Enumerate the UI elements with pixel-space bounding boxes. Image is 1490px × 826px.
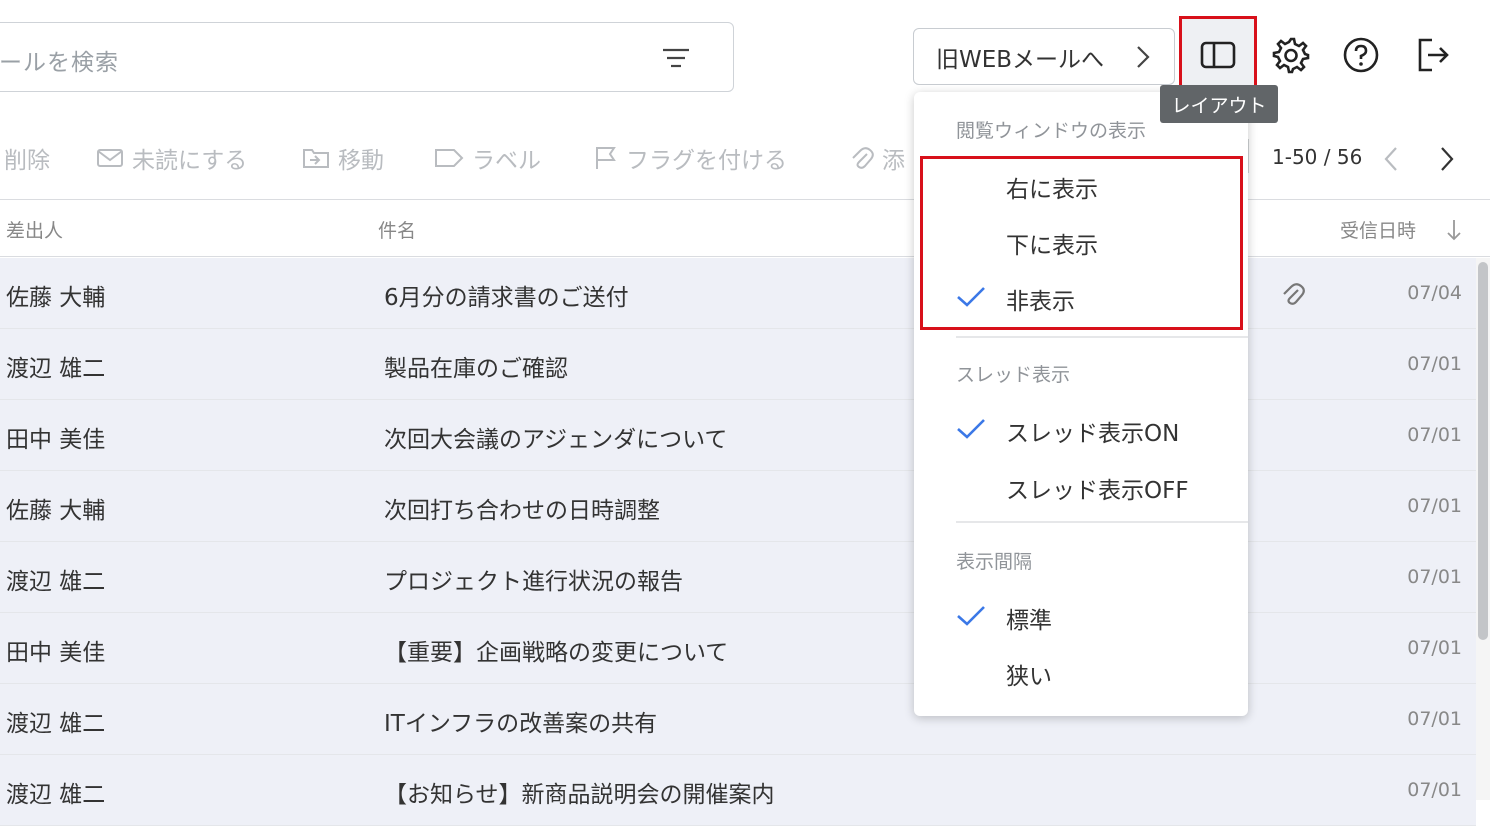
delete-label: 削除 <box>4 148 50 174</box>
next-page-icon[interactable] <box>1438 145 1456 173</box>
menu-item-label: 標準 <box>1006 608 1052 634</box>
table-row[interactable]: 田中 美佳 次回大会議のアジェンダについて 07/01 <box>0 400 1476 471</box>
menu-item-label: スレッド表示ON <box>1006 421 1180 447</box>
check-icon <box>957 606 985 626</box>
mail-toolbar: 削除 未読にする 移動 ラベル フラグを付ける 添 1-50 / 56 <box>0 117 1490 197</box>
search-placeholder: ールを検索 <box>0 50 119 76</box>
old-web-mail-label: 旧WEBメールへ <box>936 46 1105 73</box>
move-label: 移動 <box>338 148 384 174</box>
row-date: 07/01 <box>1407 353 1462 375</box>
row-sender: 渡辺 雄二 <box>6 711 106 737</box>
old-web-mail-button[interactable]: 旧WEBメールへ <box>913 28 1175 85</box>
row-sender: 渡辺 雄二 <box>6 782 106 808</box>
search-input[interactable]: ールを検索 <box>0 22 734 92</box>
menu-divider <box>956 521 1248 523</box>
label-icon <box>435 149 464 167</box>
gear-icon <box>1272 37 1310 74</box>
logout-icon <box>1418 38 1449 72</box>
mark-unread-label: 未読にする <box>132 148 248 174</box>
row-sender: 渡辺 雄二 <box>6 356 106 382</box>
flag-button[interactable]: フラグを付ける <box>594 141 787 175</box>
logout-button[interactable] <box>1408 30 1458 80</box>
row-date: 07/01 <box>1407 424 1462 446</box>
menu-item-standard[interactable]: 標準 <box>914 589 1248 645</box>
envelope-icon <box>97 149 123 167</box>
label-label: ラベル <box>472 148 541 174</box>
filter-icon[interactable] <box>661 45 691 71</box>
row-subject: 【お知らせ】新商品説明会の開催案内 <box>384 782 775 808</box>
row-subject: 次回大会議のアジェンダについて <box>384 427 728 453</box>
row-date: 07/01 <box>1407 779 1462 801</box>
prev-page-icon[interactable] <box>1382 145 1400 173</box>
table-row[interactable]: 佐藤 大輔 6月分の請求書のご送付 07/04 <box>0 258 1476 329</box>
layout-icon <box>1200 41 1236 69</box>
row-subject: 次回打ち合わせの日時調整 <box>384 498 660 524</box>
move-icon <box>303 149 329 168</box>
table-row[interactable]: 渡辺 雄二 ITインフラの改善案の共有 07/01 <box>0 684 1476 755</box>
pager-divider <box>1248 139 1249 173</box>
move-button[interactable]: 移動 <box>302 141 384 175</box>
chevron-right-icon <box>1137 46 1150 68</box>
table-row[interactable]: 渡辺 雄二 【お知らせ】新商品説明会の開催案内 07/01 <box>0 755 1476 826</box>
reading-pane-heading: 閲覧ウィンドウの表示 <box>956 120 1147 142</box>
menu-item-narrow[interactable]: 狭い <box>914 645 1248 701</box>
row-date: 07/01 <box>1407 495 1462 517</box>
menu-item-label: スレッド表示OFF <box>1006 478 1189 504</box>
delete-button[interactable]: 削除 <box>4 141 50 175</box>
row-date: 07/04 <box>1407 282 1462 304</box>
row-date: 07/01 <box>1407 566 1462 588</box>
mail-list-header: 差出人 件名 受信日時 <box>0 199 1490 257</box>
table-row[interactable]: 渡辺 雄二 製品在庫のご確認 07/01 <box>0 329 1476 400</box>
row-subject: ITインフラの改善案の共有 <box>384 711 658 737</box>
column-date[interactable]: 受信日時 <box>1340 216 1416 243</box>
sort-down-icon[interactable] <box>1446 218 1462 242</box>
row-sender: 佐藤 大輔 <box>6 285 106 311</box>
pager-count: 1-50 / 56 <box>1272 145 1363 169</box>
table-row[interactable]: 田中 美佳 【重要】企画戦略の変更について 07/01 <box>0 613 1476 684</box>
check-icon <box>957 419 985 439</box>
help-button[interactable] <box>1336 30 1386 80</box>
paperclip-icon <box>852 147 874 169</box>
row-sender: 田中 美佳 <box>6 427 106 453</box>
spacing-heading: 表示間隔 <box>956 551 1033 573</box>
paperclip-icon <box>1283 283 1305 305</box>
help-icon <box>1343 37 1379 73</box>
thread-heading: スレッド表示 <box>956 364 1071 386</box>
row-sender: 渡辺 雄二 <box>6 569 106 595</box>
reading-pane-highlight <box>920 156 1243 330</box>
column-subject[interactable]: 件名 <box>378 216 416 243</box>
flag-icon <box>596 147 616 169</box>
settings-button[interactable] <box>1266 30 1316 80</box>
row-date: 07/01 <box>1407 708 1462 730</box>
menu-item-label: 狭い <box>1006 664 1052 690</box>
layout-button[interactable] <box>1179 16 1257 94</box>
row-subject: 【重要】企画戦略の変更について <box>384 640 729 666</box>
attach-label: 添 <box>882 148 905 174</box>
mark-unread-button[interactable]: 未読にする <box>96 141 247 175</box>
row-sender: 佐藤 大輔 <box>6 498 106 524</box>
column-from[interactable]: 差出人 <box>6 216 63 243</box>
table-row[interactable]: 佐藤 大輔 次回打ち合わせの日時調整 07/01 <box>0 471 1476 542</box>
flag-label: フラグを付ける <box>626 148 787 174</box>
layout-tooltip: レイアウト <box>1160 85 1278 123</box>
menu-item-thread-off[interactable]: スレッド表示OFF <box>914 459 1248 515</box>
table-row[interactable]: 渡辺 雄二 プロジェクト進行状況の報告 07/01 <box>0 542 1476 613</box>
row-date: 07/01 <box>1407 637 1462 659</box>
menu-divider <box>956 336 1248 338</box>
menu-item-thread-on[interactable]: スレッド表示ON <box>914 402 1248 458</box>
row-subject: 6月分の請求書のご送付 <box>384 285 629 311</box>
label-button[interactable]: ラベル <box>434 141 541 175</box>
attach-button[interactable]: 添 <box>850 141 905 175</box>
row-sender: 田中 美佳 <box>6 640 106 666</box>
scrollbar-thumb[interactable] <box>1478 262 1488 640</box>
row-subject: プロジェクト進行状況の報告 <box>384 569 683 595</box>
row-subject: 製品在庫のご確認 <box>384 356 568 382</box>
